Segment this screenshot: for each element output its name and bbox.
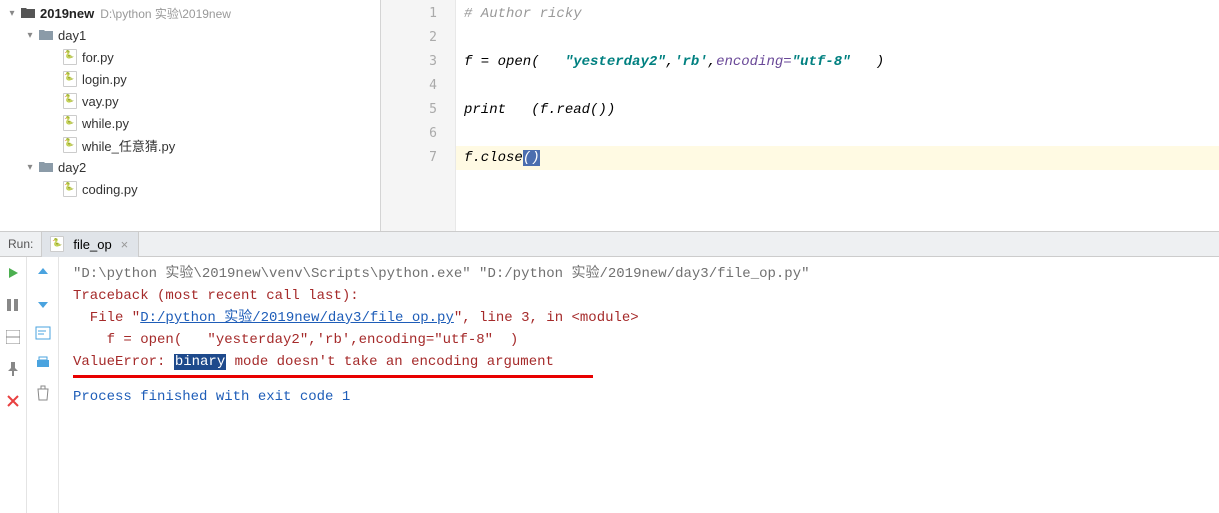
run-tab-label: file_op	[73, 237, 111, 252]
file-link[interactable]: D:/python 实验/2019new/day3/file op.py	[140, 310, 454, 326]
chevron-down-icon[interactable]: ▾	[22, 159, 38, 175]
tree-folder-day2[interactable]: ▾ day2	[0, 156, 380, 178]
python-file-icon	[62, 115, 78, 131]
python-file-icon	[62, 71, 78, 87]
code-content[interactable]: # Author ricky f = open( "yesterday2",'r…	[456, 0, 1219, 231]
console-output[interactable]: "D:\python 实验\2019new\venv\Scripts\pytho…	[59, 257, 1219, 513]
console-command: "D:\python 实验\2019new\venv\Scripts\pytho…	[73, 263, 1205, 285]
tree-file[interactable]: coding.py	[0, 178, 380, 200]
code-editor[interactable]: 1 2 3 4 5 6 7 # Author ricky f = open( "…	[381, 0, 1219, 231]
rerun-button[interactable]	[3, 263, 23, 283]
pin-button[interactable]	[3, 359, 23, 379]
tree-file[interactable]: while_任意猜.py	[0, 134, 380, 156]
python-file-icon	[50, 237, 64, 251]
scroll-down-button[interactable]	[33, 293, 53, 313]
folder-icon	[20, 5, 36, 21]
chevron-down-icon[interactable]: ▾	[4, 5, 20, 21]
run-toolbar-right	[27, 257, 59, 513]
tree-folder-day1[interactable]: ▾ day1	[0, 24, 380, 46]
tree-file[interactable]: vay.py	[0, 90, 380, 112]
tree-folder-label: day1	[58, 28, 86, 43]
close-icon[interactable]: ×	[121, 237, 129, 252]
stop-button[interactable]	[3, 295, 23, 315]
clear-button[interactable]	[33, 383, 53, 403]
highlighted-word: binary	[174, 354, 226, 370]
tree-root-name: 2019new	[40, 6, 94, 21]
python-file-icon	[62, 137, 78, 153]
folder-icon	[38, 159, 54, 175]
python-file-icon	[62, 93, 78, 109]
editor-selection: ()	[523, 150, 540, 166]
python-file-icon	[62, 181, 78, 197]
project-tree: ▾ 2019new D:\python 实验\2019new ▾ day1 fo…	[0, 0, 381, 231]
chevron-down-icon[interactable]: ▾	[22, 27, 38, 43]
console-traceback-code: f = open( "yesterday2",'rb',encoding="ut…	[73, 329, 1205, 351]
annotation-underline	[73, 375, 593, 378]
editor-gutter: 1 2 3 4 5 6 7	[381, 0, 456, 231]
print-button[interactable]	[33, 353, 53, 373]
tree-root[interactable]: ▾ 2019new D:\python 实验\2019new	[0, 2, 380, 24]
run-toolwindow-header: Run: file_op ×	[0, 232, 1219, 257]
console-error: ValueError: binary mode doesn't take an …	[73, 351, 1205, 373]
tree-root-path: D:\python 实验\2019new	[100, 5, 231, 22]
folder-icon	[38, 27, 54, 43]
console-traceback-file: File "D:/python 实验/2019new/day3/file op.…	[73, 307, 1205, 329]
python-file-icon	[62, 49, 78, 65]
console-exit: Process finished with exit code 1	[73, 386, 1205, 408]
tree-file[interactable]: for.py	[0, 46, 380, 68]
tree-folder-label: day2	[58, 160, 86, 175]
run-tab[interactable]: file_op ×	[41, 232, 139, 257]
tree-file[interactable]: login.py	[0, 68, 380, 90]
layout-button[interactable]	[3, 327, 23, 347]
run-label: Run:	[0, 237, 41, 251]
console-traceback: Traceback (most recent call last):	[73, 285, 1205, 307]
tree-file[interactable]: while.py	[0, 112, 380, 134]
soft-wrap-button[interactable]	[33, 323, 53, 343]
run-toolbar-left	[0, 257, 27, 513]
scroll-up-button[interactable]	[33, 263, 53, 283]
close-button[interactable]	[3, 391, 23, 411]
